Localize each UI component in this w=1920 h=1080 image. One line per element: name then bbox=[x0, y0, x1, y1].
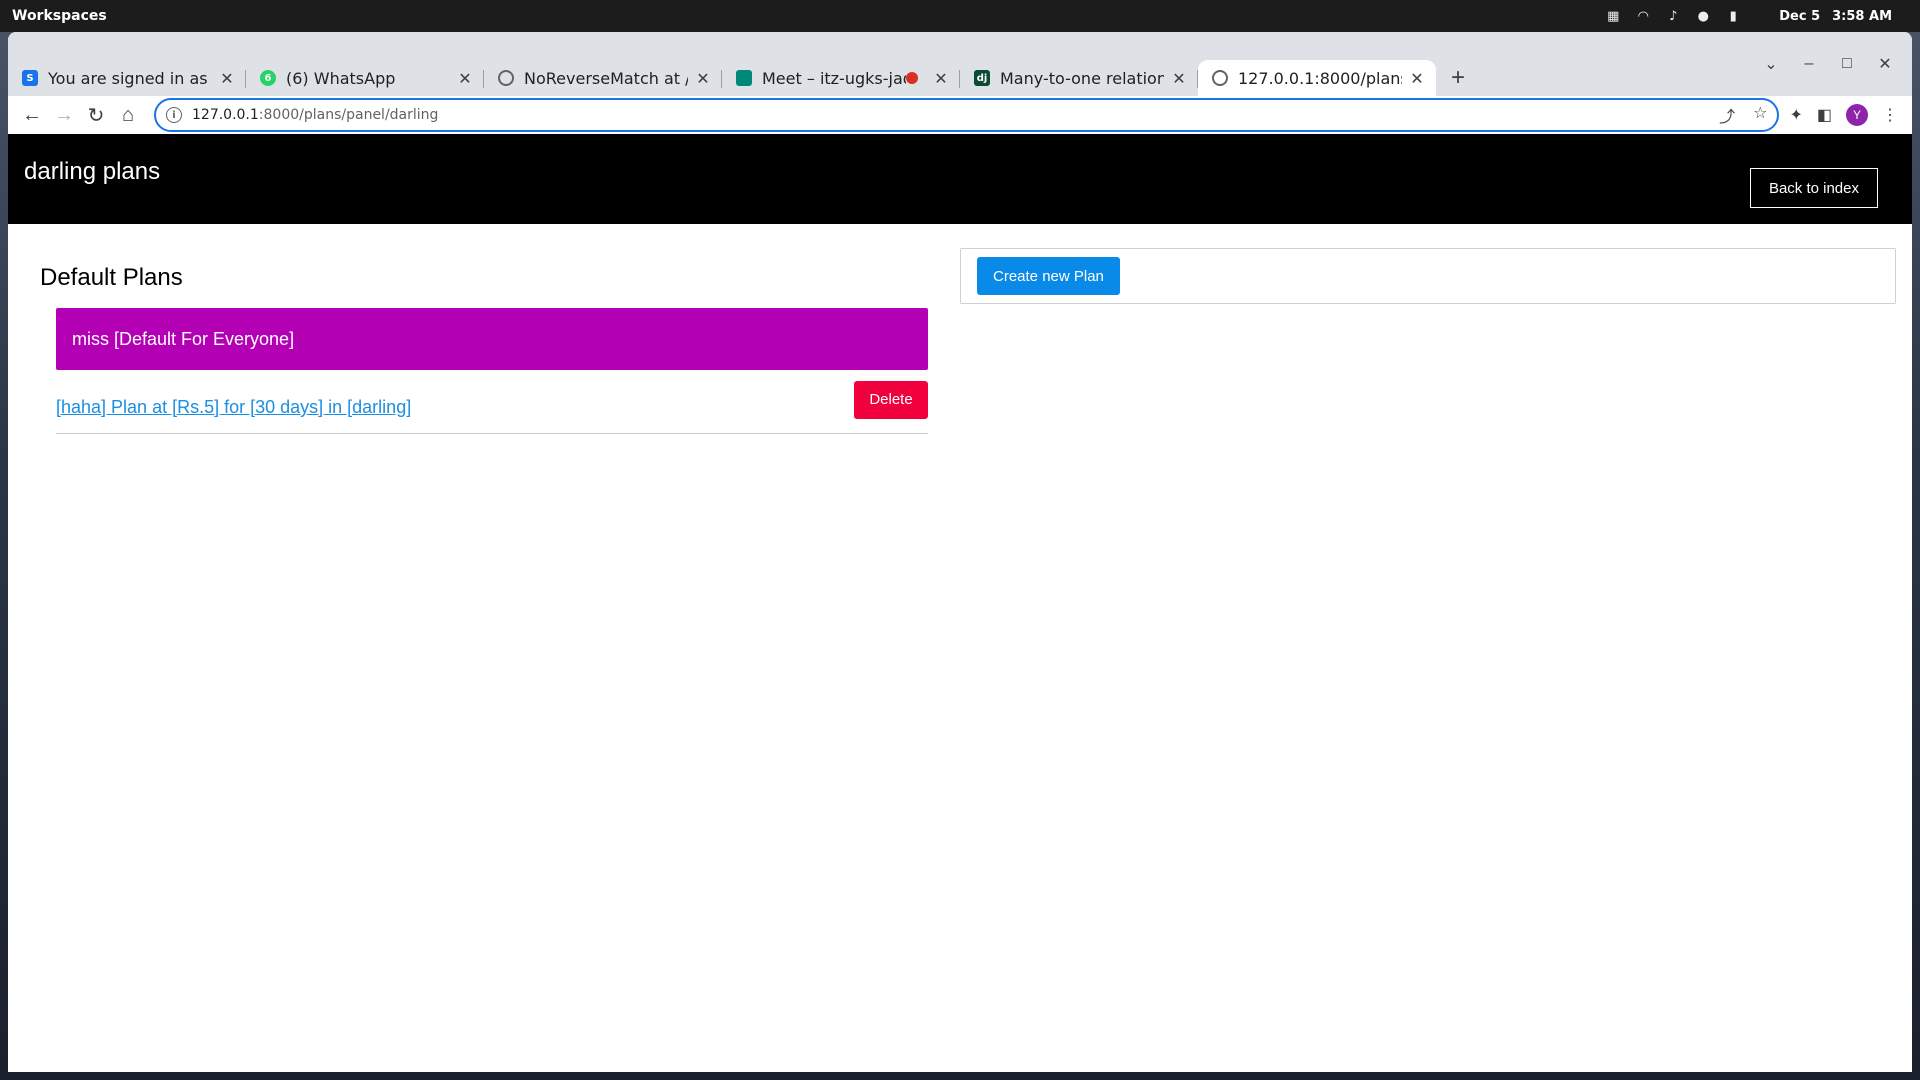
layout-icon[interactable]: ▦ bbox=[1605, 9, 1621, 24]
whatsapp-icon: 6 bbox=[260, 70, 276, 86]
new-tab-button[interactable]: + bbox=[1442, 60, 1474, 96]
tab-signed-in[interactable]: S You are signed in as u20 ✕ bbox=[8, 60, 246, 96]
maximize-icon[interactable]: □ bbox=[1832, 55, 1862, 73]
tab-title: Meet – itz-ugks-jaq bbox=[762, 68, 906, 88]
menu-kebab-icon[interactable]: ⋮ bbox=[1882, 105, 1898, 125]
globe-icon bbox=[498, 70, 514, 86]
tab-plans-active[interactable]: 127.0.0.1:8000/plans/pa ✕ bbox=[1198, 60, 1436, 96]
url-path: :8000/plans/panel/darling bbox=[258, 107, 439, 123]
page-content: darling plans Back to index Default Plan… bbox=[8, 134, 1912, 1040]
delete-button[interactable]: Delete bbox=[854, 380, 928, 419]
tab-close-icon[interactable]: ✕ bbox=[1408, 69, 1426, 88]
tab-close-icon[interactable]: ✕ bbox=[932, 69, 950, 88]
tab-title: (6) WhatsApp bbox=[286, 68, 396, 88]
tab-close-icon[interactable]: ✕ bbox=[1170, 69, 1188, 88]
tab-title: NoReverseMatch at /ap bbox=[524, 68, 688, 88]
forward-arrow-icon[interactable]: → bbox=[48, 99, 80, 131]
default-plans-section: Default Plans miss [Default For Everyone… bbox=[40, 248, 940, 434]
browser-toolbar: ← → ↻ ⌂ i 127.0.0.1:8000/plans/panel/dar… bbox=[8, 96, 1912, 134]
tab-title: 127.0.0.1:8000/plans/pa bbox=[1238, 68, 1402, 88]
volume-icon[interactable]: ♪ bbox=[1665, 9, 1681, 24]
meet-icon bbox=[736, 70, 752, 86]
tab-whatsapp[interactable]: 6 (6) WhatsApp ✕ bbox=[246, 60, 484, 96]
tab-noreversematch[interactable]: NoReverseMatch at /ap ✕ bbox=[484, 60, 722, 96]
clock-date: Dec 5 bbox=[1779, 8, 1821, 24]
os-top-bar: Workspaces ▦ ◠ ♪ ● ▮ Dec 5 3:58 AM bbox=[0, 0, 1920, 32]
default-plan-card: miss [Default For Everyone] bbox=[56, 308, 928, 370]
minimize-icon[interactable]: – bbox=[1794, 55, 1824, 73]
side-panel-icon[interactable]: ◧ bbox=[1817, 105, 1832, 125]
address-bar[interactable]: i 127.0.0.1:8000/plans/panel/darling ⤴ ☆ bbox=[154, 98, 1780, 132]
clock[interactable]: Dec 5 3:58 AM bbox=[1779, 9, 1892, 24]
section-title: Default Plans bbox=[40, 264, 183, 291]
list-item: [haha] Plan at [Rs.5] for [30 days] in [… bbox=[56, 370, 928, 434]
create-plan-panel: Create new Plan bbox=[960, 248, 1896, 304]
tab-django-docs[interactable]: dj Many-to-one relationshi ✕ bbox=[960, 60, 1198, 96]
main-content: Default Plans miss [Default For Everyone… bbox=[8, 224, 1912, 434]
extensions-icon[interactable]: ✦ bbox=[1789, 105, 1802, 125]
back-to-index-button[interactable]: Back to index bbox=[1749, 168, 1878, 208]
page-header: darling plans Back to index bbox=[8, 134, 1912, 224]
page-title: darling plans bbox=[24, 158, 161, 185]
workspaces-button[interactable]: Workspaces bbox=[12, 8, 107, 24]
tab-close-icon[interactable]: ✕ bbox=[456, 69, 474, 88]
site-info-icon[interactable]: i bbox=[166, 107, 182, 123]
clock-time: 3:58 AM bbox=[1832, 8, 1892, 24]
window-controls: ⌄ – □ ✕ bbox=[1756, 32, 1912, 96]
back-arrow-icon[interactable]: ← bbox=[16, 99, 48, 131]
tab-close-icon[interactable]: ✕ bbox=[218, 69, 236, 88]
url-text: 127.0.0.1:8000/plans/panel/darling bbox=[192, 107, 438, 123]
home-icon[interactable]: ⌂ bbox=[112, 99, 144, 131]
tab-title: You are signed in as u20 bbox=[48, 68, 212, 88]
url-host: 127.0.0.1 bbox=[192, 107, 259, 123]
tabs: S You are signed in as u20 ✕ 6 (6) Whats… bbox=[8, 32, 1474, 96]
tab-close-icon[interactable]: ✕ bbox=[694, 69, 712, 88]
system-tray: ▦ ◠ ♪ ● ▮ Dec 5 3:58 AM bbox=[1605, 9, 1892, 24]
battery-icon[interactable]: ▮ bbox=[1725, 9, 1741, 24]
reload-icon[interactable]: ↻ bbox=[80, 99, 112, 131]
django-icon: dj bbox=[974, 70, 990, 86]
close-window-icon[interactable]: ✕ bbox=[1870, 54, 1900, 74]
bookmark-star-icon[interactable]: ☆ bbox=[1753, 103, 1767, 127]
tab-search-icon[interactable]: ⌄ bbox=[1756, 54, 1786, 74]
wifi-icon[interactable]: ◠ bbox=[1635, 9, 1651, 24]
globe-icon bbox=[1212, 70, 1228, 86]
tab-meet[interactable]: Meet – itz-ugks-jaq ✕ bbox=[722, 60, 960, 96]
tab-title: Many-to-one relationshi bbox=[1000, 68, 1164, 88]
tab-favicon-icon: S bbox=[22, 70, 38, 86]
create-new-plan-button[interactable]: Create new Plan bbox=[977, 257, 1120, 295]
recording-icon bbox=[906, 72, 918, 84]
profile-avatar[interactable]: Y bbox=[1846, 104, 1868, 126]
share-icon[interactable]: ⤴ bbox=[1719, 103, 1735, 127]
tab-strip: S You are signed in as u20 ✕ 6 (6) Whats… bbox=[8, 32, 1912, 96]
plan-link[interactable]: [haha] Plan at [Rs.5] for [30 days] in [… bbox=[56, 397, 411, 418]
microphone-icon[interactable]: ● bbox=[1695, 9, 1711, 24]
